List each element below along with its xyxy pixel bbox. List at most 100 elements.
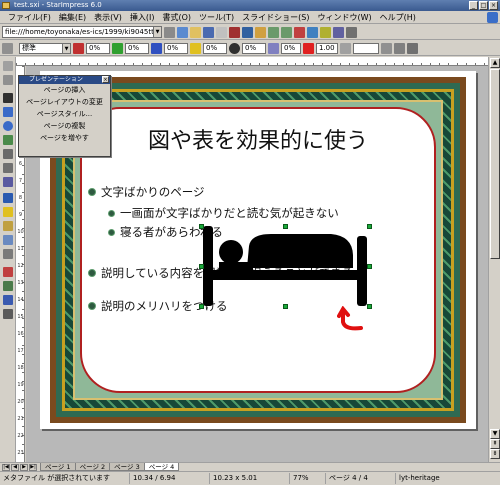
url-field[interactable]: file:///home/toyonaka/es-ics/1999/ki9045… — [2, 26, 154, 38]
menu-format[interactable]: 書式(O) — [158, 11, 195, 24]
minimize-button[interactable]: _ — [469, 1, 478, 10]
select-tool-icon[interactable] — [3, 61, 13, 71]
transparency-icon[interactable] — [268, 42, 279, 54]
percent-field-3[interactable]: 0% — [164, 42, 188, 54]
scroll-up-icon[interactable]: ▲ — [490, 58, 500, 68]
line-tool-icon[interactable] — [3, 163, 13, 173]
print-icon[interactable] — [216, 26, 227, 38]
insert-page-button[interactable]: ページの挿入 — [19, 84, 110, 96]
gamma-field[interactable]: 1.00 — [316, 42, 338, 54]
horizontal-ruler[interactable] — [16, 57, 488, 66]
interaction-tool-icon[interactable] — [3, 281, 13, 291]
brightness-icon[interactable] — [190, 42, 201, 54]
rotate-tool-icon[interactable] — [3, 193, 13, 203]
selection-handle[interactable] — [283, 224, 288, 229]
page-up-icon[interactable]: ⇞ — [490, 439, 500, 449]
help-icon[interactable] — [346, 26, 357, 38]
graphics-mode-select[interactable] — [353, 42, 379, 54]
connector-tool-icon[interactable] — [3, 177, 13, 187]
scroll-thumb[interactable] — [490, 69, 500, 259]
percent-field-2[interactable]: 0% — [125, 42, 149, 54]
percent-field-6[interactable]: 0% — [281, 42, 301, 54]
close-button[interactable]: × — [489, 1, 498, 10]
arrange-tool-icon[interactable] — [3, 221, 13, 231]
menu-window[interactable]: ウィンドウ(W) — [313, 11, 375, 24]
3d-object-tool-icon[interactable] — [3, 135, 13, 145]
percent-field-5[interactable]: 0% — [242, 42, 266, 54]
effects-tool-icon[interactable] — [3, 249, 13, 259]
3d-effects-tool-icon[interactable] — [3, 295, 13, 305]
slide-title[interactable]: 図や表を効果的に使う — [82, 123, 434, 155]
line-style-select[interactable]: 標準 — [19, 42, 63, 54]
menu-slideshow[interactable]: スライドショー(S) — [238, 11, 313, 24]
first-page-icon[interactable]: |◀ — [2, 464, 10, 471]
scroll-down-icon[interactable]: ▼ — [490, 429, 500, 439]
selection-handle[interactable] — [367, 224, 372, 229]
last-page-icon[interactable]: ▶| — [29, 464, 37, 471]
filter-icon[interactable] — [340, 42, 351, 54]
alignment-tool-icon[interactable] — [3, 207, 13, 217]
blue-channel-icon[interactable] — [151, 42, 162, 54]
toolbar-arrows-icon[interactable] — [407, 42, 418, 54]
toolbar-more-icon[interactable] — [394, 42, 405, 54]
vertical-scrollbar[interactable]: ▲ ▼ ⇞ ⇟ — [488, 57, 500, 462]
line-style-dropdown-icon[interactable]: ▼ — [63, 42, 71, 54]
duplicate-page-button[interactable]: ページの複製 — [19, 120, 110, 132]
rotation-icon[interactable] — [73, 42, 84, 54]
paste-icon[interactable] — [255, 26, 266, 38]
menu-file[interactable]: ファイル(F) — [4, 11, 55, 24]
status-zoom[interactable]: 77% — [290, 473, 326, 484]
bullet-item-1[interactable]: 文字ばかりのページ — [88, 184, 205, 200]
contrast-icon[interactable] — [229, 42, 240, 54]
menu-tools[interactable]: ツール(T) — [195, 11, 238, 24]
gamma-icon[interactable] — [303, 42, 314, 54]
selection-handle[interactable] — [367, 264, 372, 269]
percent-field-4[interactable]: 0% — [203, 42, 227, 54]
line-arrow-icon[interactable] — [2, 42, 13, 54]
gallery-icon[interactable] — [320, 26, 331, 38]
rectangle-tool-icon[interactable] — [3, 107, 13, 117]
panel-close-icon[interactable]: × — [102, 76, 109, 83]
menu-edit[interactable]: 編集(E) — [55, 11, 90, 24]
tab-page-4[interactable]: ページ 4 — [143, 463, 180, 471]
undo-icon[interactable] — [268, 26, 279, 38]
selection-handle[interactable] — [283, 304, 288, 309]
datasource-icon[interactable] — [333, 26, 344, 38]
selection-handle[interactable] — [199, 264, 204, 269]
page-down-icon[interactable]: ⇟ — [490, 449, 500, 459]
selection-handle[interactable] — [199, 224, 204, 229]
zoom-tool-icon[interactable] — [3, 75, 13, 85]
open-icon[interactable] — [190, 26, 201, 38]
menu-help[interactable]: ヘルプ(H) — [376, 11, 420, 24]
prev-page-icon[interactable]: ◀ — [11, 464, 19, 471]
url-dropdown-icon[interactable]: ▼ — [154, 26, 162, 38]
selection-handle[interactable] — [199, 304, 204, 309]
navigator-icon[interactable] — [307, 26, 318, 38]
text-tool-icon[interactable] — [3, 93, 13, 103]
tab-page-1[interactable]: ページ 1 — [40, 463, 76, 471]
green-channel-icon[interactable] — [112, 42, 123, 54]
bullet-item-2[interactable]: 一画面が文字ばかりだと読む気が起きない — [108, 205, 339, 221]
save-icon[interactable] — [203, 26, 214, 38]
sleeping-bed-icon[interactable] — [201, 226, 369, 306]
cut-icon[interactable] — [229, 26, 240, 38]
next-page-icon[interactable]: ▶ — [20, 464, 28, 471]
crop-icon[interactable] — [381, 42, 392, 54]
copy-icon[interactable] — [242, 26, 253, 38]
presentation-panel-title[interactable]: プレゼンテーション × — [19, 76, 110, 84]
menu-insert[interactable]: 挿入(I) — [126, 11, 159, 24]
expand-page-button[interactable]: ページを増やす — [19, 132, 110, 144]
stop-icon[interactable] — [164, 26, 175, 38]
edit-file-icon[interactable] — [177, 26, 188, 38]
show-draw-functions-icon[interactable] — [3, 309, 13, 319]
percent-field-1[interactable]: 0% — [86, 42, 110, 54]
change-layout-button[interactable]: ページレイアウトの変更 — [19, 96, 110, 108]
menu-view[interactable]: 表示(V) — [90, 11, 126, 24]
tab-page-2[interactable]: ページ 2 — [74, 463, 111, 471]
selection-handle[interactable] — [367, 304, 372, 309]
ellipse-tool-icon[interactable] — [3, 121, 13, 131]
draw-functions-icon[interactable] — [294, 26, 305, 38]
insert-tool-icon[interactable] — [3, 235, 13, 245]
maximize-button[interactable]: □ — [479, 1, 488, 10]
curve-tool-icon[interactable] — [3, 149, 13, 159]
